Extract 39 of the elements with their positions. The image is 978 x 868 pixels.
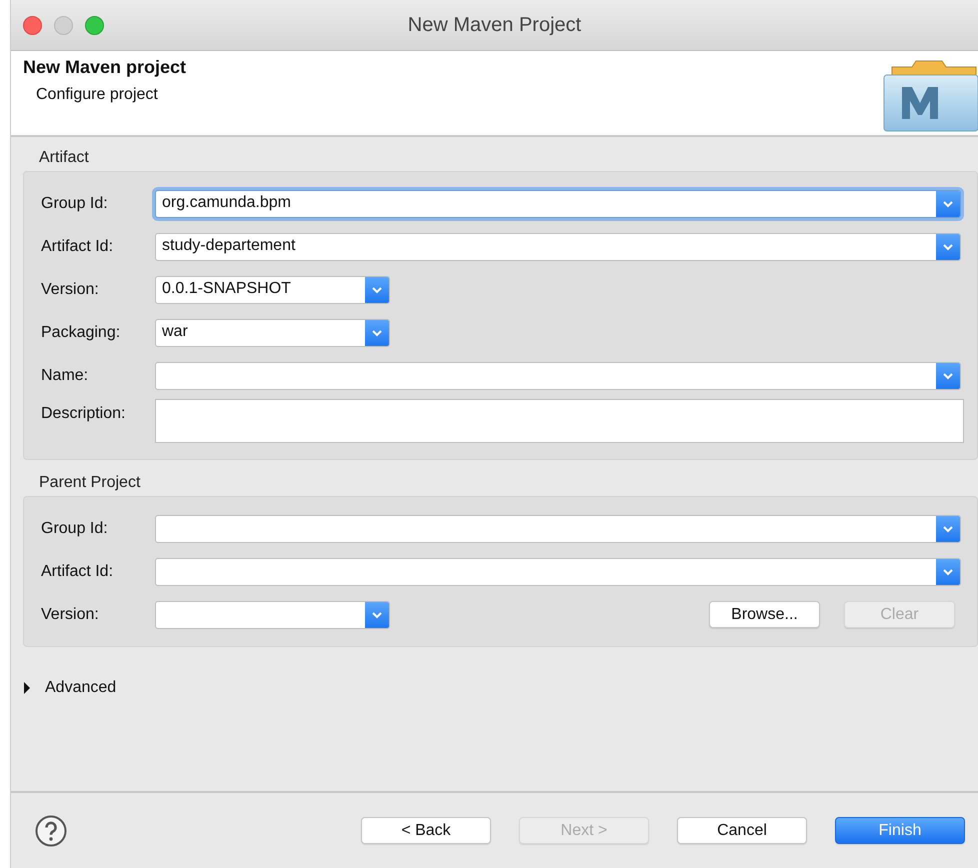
- chevron-down-icon: [936, 558, 960, 584]
- description-field[interactable]: [155, 399, 964, 443]
- combo-box[interactable]: [155, 600, 390, 628]
- group-title: Artifact: [38, 149, 89, 167]
- field-label: Group Id:: [40, 194, 109, 212]
- wizard-button[interactable]: Cancel: [677, 817, 807, 844]
- chevron-down-icon: [936, 190, 960, 216]
- advanced-toggle[interactable]: Advanced: [23, 679, 116, 697]
- chevron-down-icon: [936, 362, 960, 388]
- combo-box[interactable]: study-departement: [155, 232, 961, 260]
- page-title: New Maven project: [23, 57, 186, 78]
- chevron-down-icon: [365, 602, 389, 628]
- zoom-window-button[interactable]: [85, 16, 104, 34]
- close-window-button[interactable]: [23, 16, 42, 34]
- field-label: Version:: [40, 606, 100, 624]
- wizard-button[interactable]: < Back: [361, 817, 491, 844]
- field-label: Packaging:: [40, 324, 122, 342]
- combo-box[interactable]: [155, 558, 961, 586]
- chevron-down-icon: [936, 516, 960, 542]
- action-button[interactable]: Browse...: [709, 601, 820, 628]
- window-title: New Maven Project: [408, 14, 582, 36]
- combo-box[interactable]: 0.0.1-SNAPSHOT: [155, 276, 390, 304]
- chevron-down-icon: [936, 234, 960, 260]
- combo-box[interactable]: [155, 514, 961, 542]
- combo-box[interactable]: war: [155, 318, 390, 346]
- help-icon[interactable]: [35, 814, 67, 846]
- field-label: Description:: [40, 404, 126, 423]
- field-label: Artifact Id:: [40, 238, 114, 256]
- field-label: Artifact Id:: [40, 562, 114, 580]
- group-title: Parent Project: [38, 474, 140, 492]
- chevron-down-icon: [365, 320, 389, 346]
- combo-box[interactable]: [155, 362, 961, 390]
- page-subtitle: Configure project: [35, 86, 159, 104]
- field-label: Group Id:: [40, 520, 109, 538]
- minimize-window-button[interactable]: [54, 16, 73, 34]
- disclosure-triangle-icon: [23, 682, 31, 694]
- chevron-down-icon: [365, 276, 389, 302]
- field-label: Name:: [40, 366, 90, 384]
- field-label: Version:: [40, 280, 100, 298]
